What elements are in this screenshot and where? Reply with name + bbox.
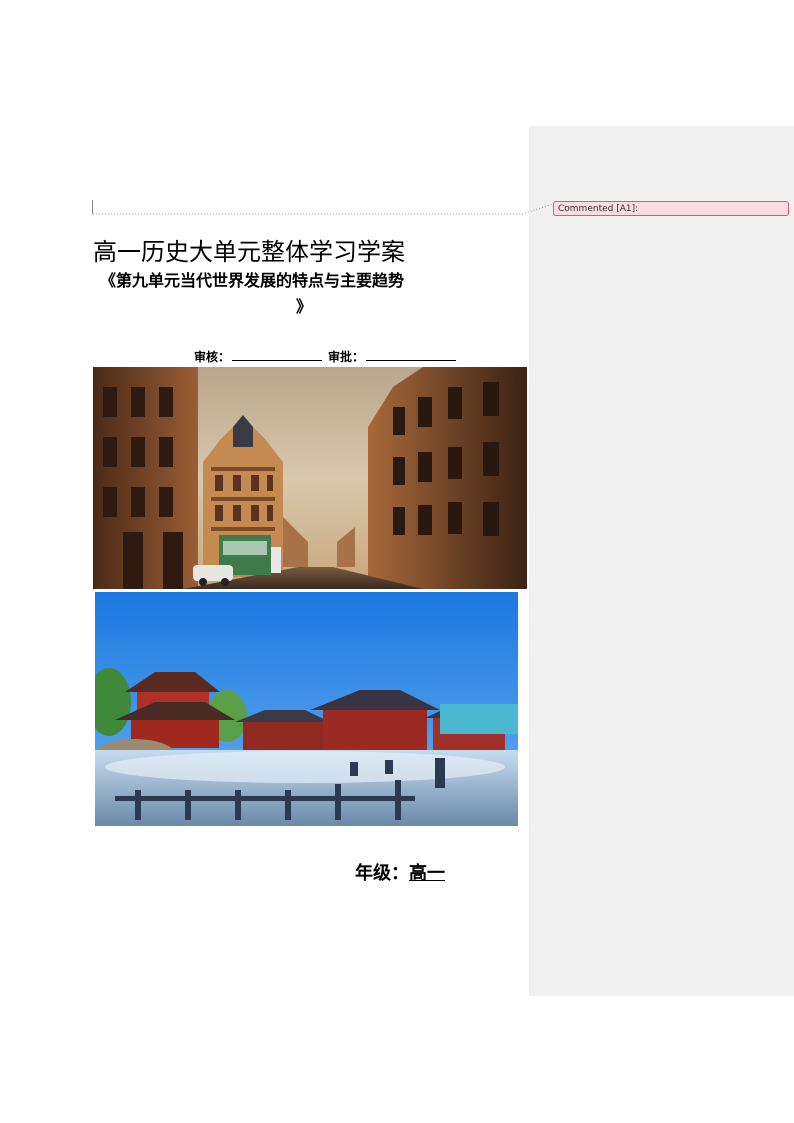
comment-bubble[interactable]: Commented [A1]: [553, 201, 789, 216]
review-label: 审核： [194, 350, 231, 364]
comment-pane [529, 126, 794, 996]
approve-blank[interactable] [366, 348, 457, 361]
temple-photo [95, 592, 518, 826]
grade-label: 年级： [355, 863, 409, 884]
document-page: Commented [A1]: 高一历史大单元整体学习学案 《第九单元当代世界发… [0, 0, 794, 1123]
grade-line: 年级：高一 [355, 862, 445, 886]
street-photo [93, 367, 527, 589]
subtitle-closing-bracket: 》 [296, 297, 313, 316]
document-title: 高一历史大单元整体学习学案 [93, 238, 405, 266]
grade-value: 高一 [409, 863, 445, 884]
review-approval-line: 审核： 审批： [194, 348, 462, 365]
document-subtitle: 《第九单元当代世界发展的特点与主要趋势 [100, 271, 405, 290]
comment-label: Commented [A1]: [558, 204, 639, 214]
review-blank[interactable] [232, 348, 323, 361]
comment-anchor-mark [92, 200, 93, 214]
approve-label: 审批： [328, 350, 365, 364]
